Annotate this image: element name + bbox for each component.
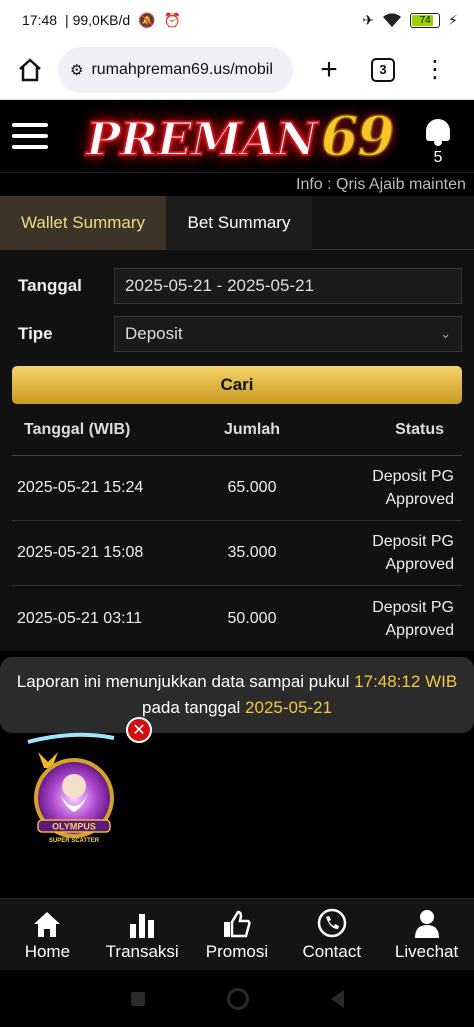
info-marquee: Info : Qris Ajaib mainten xyxy=(0,172,474,196)
url-text: rumahpreman69.us/mobil xyxy=(91,60,273,78)
date-range-input[interactable]: 2025-05-21 - 2025-05-21 xyxy=(114,268,462,304)
transactions-table: Tanggal (WIB) Jumlah Status 2025-05-21 1… xyxy=(0,404,474,651)
chevron-down-icon: ⌄ xyxy=(440,326,451,341)
game-title-line2: SUPER SCATTER xyxy=(49,838,100,844)
row-status: Deposit PG Approved xyxy=(372,598,454,639)
row-status: Deposit PG Approved xyxy=(372,533,454,573)
game-banner-art: OLYMPUS SUPER SCATTER xyxy=(27,732,115,844)
row-date: 2025-05-21 15:24 xyxy=(17,479,144,496)
home-outline-icon xyxy=(19,57,41,81)
tab-switcher-button[interactable]: 3 xyxy=(365,52,401,88)
search-button[interactable]: Cari xyxy=(12,366,462,404)
row-status: Deposit PG Approved xyxy=(372,468,454,508)
bar-chart-icon xyxy=(130,913,155,938)
row-amount: 65.000 xyxy=(227,479,277,496)
airplane-icon: ✈ xyxy=(362,11,375,28)
type-label: Tipe xyxy=(18,324,53,343)
close-banner-icon[interactable]: ✕ xyxy=(126,717,152,743)
tab-bet-summary[interactable]: Bet Summary xyxy=(166,196,312,250)
table-row: 2025-05-21 03:11 50.000 Deposit PG Approv… xyxy=(12,586,462,651)
logo-text: PREMAN xyxy=(85,111,319,167)
person-icon xyxy=(414,909,439,938)
nav-home[interactable]: Home xyxy=(2,908,92,962)
nav-transaksi[interactable]: Transaksi xyxy=(97,908,187,962)
report-date: 2025-05-21 xyxy=(245,698,332,717)
table-row: 2025-05-21 15:24 65.000 Deposit PG Approv… xyxy=(12,456,462,521)
phone-icon xyxy=(317,908,347,937)
new-tab-button[interactable]: + xyxy=(311,52,347,88)
game-title-line1: OLYMPUS xyxy=(52,822,96,832)
report-time: 17:48:12 xyxy=(354,672,421,691)
header-date: Tanggal (WIB) xyxy=(24,420,131,438)
back-icon[interactable] xyxy=(330,989,344,1008)
battery-icon: 74 xyxy=(410,12,441,28)
home-browser-button[interactable] xyxy=(12,52,48,88)
tab-wallet-summary[interactable]: Wallet Summary xyxy=(0,196,166,250)
summary-tabs: Wallet Summary Bet Summary xyxy=(0,196,474,250)
row-date: 2025-05-21 15:08 xyxy=(17,544,144,561)
site-logo[interactable]: PREMAN 69 xyxy=(80,100,400,172)
site-header: PREMAN 69 5 xyxy=(0,100,474,172)
date-label: Tanggal xyxy=(18,276,82,295)
alarm-icon: ⏰ xyxy=(163,11,182,28)
network-speed: | 99,0KB/d xyxy=(65,12,131,28)
charging-icon: ⚡ xyxy=(448,11,458,28)
report-note: Laporan ini menunjukkan data sampai puku… xyxy=(0,657,474,733)
system-status-bar: 17:48 | 99,0KB/d 🔕 ⏰ ✈ 74 ⚡ xyxy=(0,0,474,40)
site-settings-icon[interactable]: ⚙ xyxy=(70,61,83,79)
mute-icon: 🔕 xyxy=(138,11,156,28)
thumbs-up-icon xyxy=(223,910,251,937)
bell-icon xyxy=(426,119,450,146)
tabs-count: 3 xyxy=(371,57,395,82)
row-date: 2025-05-21 03:11 xyxy=(17,609,143,627)
floating-game-banner[interactable]: OLYMPUS SUPER SCATTER xyxy=(24,728,124,852)
filter-panel: Tanggal 2025-05-21 - 2025-05-21 Tipe Dep… xyxy=(0,250,474,404)
row-amount: 35.000 xyxy=(227,544,277,561)
notification-count: 5 xyxy=(433,149,443,166)
nav-livechat[interactable]: Livechat xyxy=(382,908,472,962)
type-select[interactable]: Deposit ⌄ xyxy=(114,316,462,352)
clock: 17:48 xyxy=(22,12,58,28)
logo-number: 69 xyxy=(320,103,396,169)
url-bar[interactable]: ⚙ rumahpreman69.us/mobil xyxy=(58,46,293,93)
table-row: 2025-05-21 15:08 35.000 Deposit PG Approv… xyxy=(12,521,462,586)
bottom-navigation: Home Transaksi Promosi Contact Livechat xyxy=(0,898,474,970)
home-icon xyxy=(34,911,61,937)
system-navigation-bar xyxy=(0,970,474,1027)
header-amount: Jumlah xyxy=(223,420,280,438)
nav-contact[interactable]: Contact xyxy=(287,908,377,962)
home-system-icon[interactable] xyxy=(226,987,249,1010)
hamburger-menu-icon[interactable] xyxy=(12,123,48,149)
table-header: Tanggal (WIB) Jumlah Status xyxy=(12,404,462,456)
nav-promosi[interactable]: Promosi xyxy=(192,908,282,962)
browser-menu-button[interactable]: ⋮ xyxy=(417,52,453,88)
row-amount: 50.000 xyxy=(227,609,277,627)
wifi-icon xyxy=(383,13,402,27)
header-status: Status xyxy=(395,421,444,438)
recents-icon[interactable] xyxy=(130,991,145,1006)
browser-toolbar: ⚙ rumahpreman69.us/mobil + 3 ⋮ xyxy=(0,40,474,100)
notification-button[interactable]: 5 xyxy=(426,119,450,167)
